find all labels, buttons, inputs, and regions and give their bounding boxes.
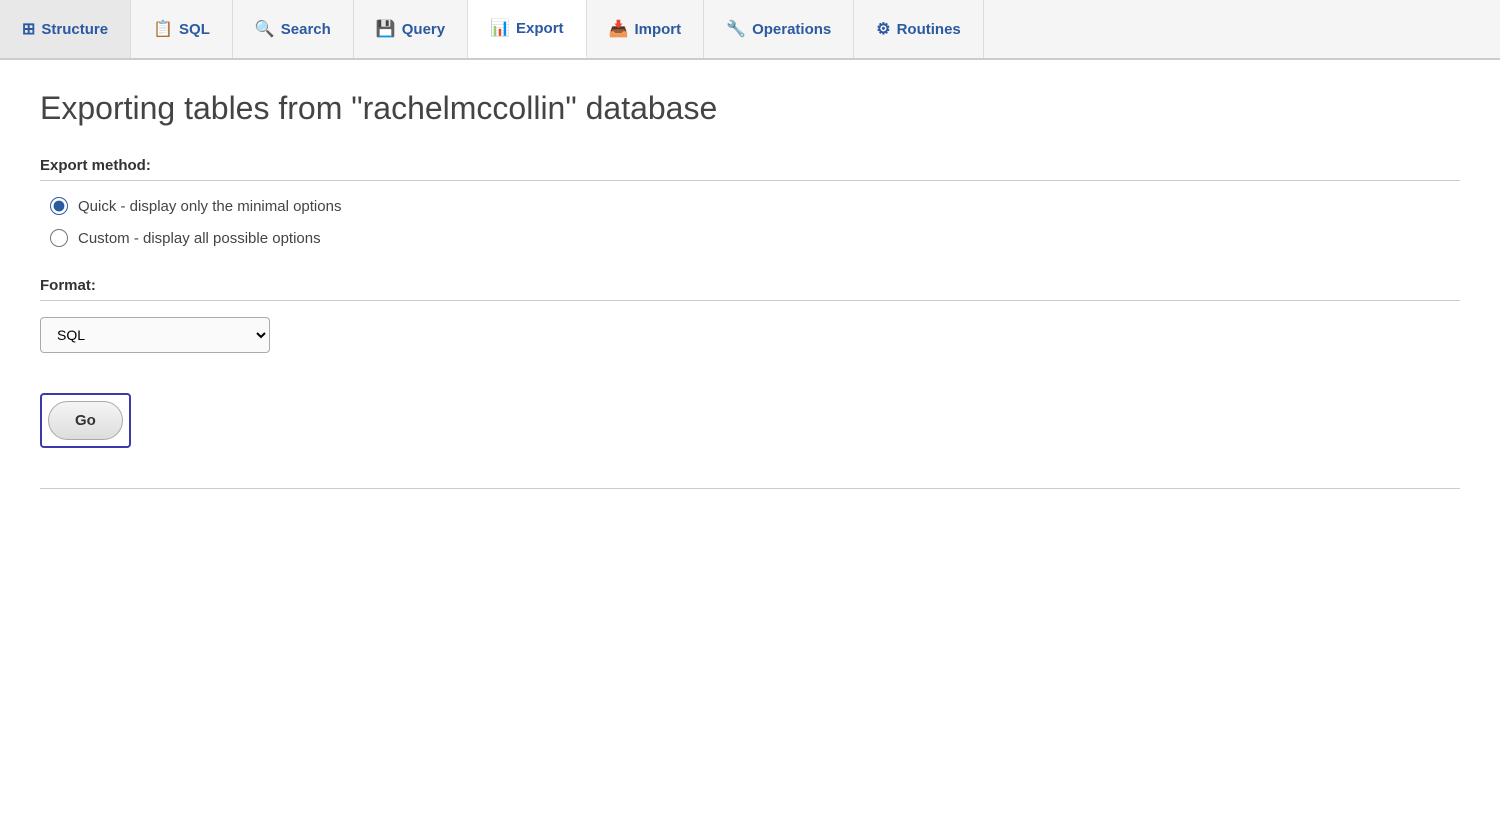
radio-item-custom[interactable]: Custom - display all possible options [50, 229, 1460, 247]
query-icon: 💾 [376, 19, 396, 39]
tab-routines-label: Routines [897, 21, 961, 38]
format-section: Format: SQL CSV JSON XML PDF Excel [40, 277, 1460, 353]
bottom-divider [40, 488, 1460, 489]
tab-bar: ⊞ Structure 📋 SQL 🔍 Search 💾 Query 📊 Exp… [0, 0, 1500, 60]
radio-quick-label[interactable]: Quick - display only the minimal options [78, 198, 341, 215]
import-icon: 📥 [609, 19, 629, 39]
export-method-section: Export method: Quick - display only the … [40, 157, 1460, 247]
tab-sql-label: SQL [179, 21, 210, 38]
radio-quick[interactable] [50, 197, 68, 215]
tab-query-label: Query [402, 21, 445, 38]
tab-query[interactable]: 💾 Query [354, 0, 468, 58]
page-title: Exporting tables from "rachelmccollin" d… [40, 90, 1460, 127]
format-label: Format: [40, 277, 1460, 301]
export-method-label: Export method: [40, 157, 1460, 181]
tab-search-label: Search [281, 21, 331, 38]
search-icon: 🔍 [255, 19, 275, 39]
tab-sql[interactable]: 📋 SQL [131, 0, 233, 58]
go-button-wrapper: Go [40, 393, 131, 448]
go-button[interactable]: Go [48, 401, 123, 440]
sql-icon: 📋 [153, 19, 173, 39]
structure-icon: ⊞ [22, 19, 35, 39]
tab-export[interactable]: 📊 Export [468, 0, 586, 58]
tab-structure-label: Structure [41, 21, 108, 38]
export-method-radio-group: Quick - display only the minimal options… [50, 197, 1460, 247]
tab-operations-label: Operations [752, 21, 831, 38]
format-select[interactable]: SQL CSV JSON XML PDF Excel [40, 317, 270, 353]
radio-custom[interactable] [50, 229, 68, 247]
tab-search[interactable]: 🔍 Search [233, 0, 354, 58]
tab-export-label: Export [516, 20, 564, 37]
routines-icon: ⚙ [876, 19, 890, 39]
main-content: Exporting tables from "rachelmccollin" d… [0, 60, 1500, 519]
radio-item-quick[interactable]: Quick - display only the minimal options [50, 197, 1460, 215]
tab-import-label: Import [634, 21, 681, 38]
tab-routines[interactable]: ⚙ Routines [854, 0, 984, 58]
export-icon: 📊 [490, 18, 510, 38]
radio-custom-label[interactable]: Custom - display all possible options [78, 230, 321, 247]
operations-icon: 🔧 [726, 19, 746, 39]
tab-operations[interactable]: 🔧 Operations [704, 0, 854, 58]
tab-structure[interactable]: ⊞ Structure [0, 0, 131, 58]
tab-import[interactable]: 📥 Import [587, 0, 705, 58]
